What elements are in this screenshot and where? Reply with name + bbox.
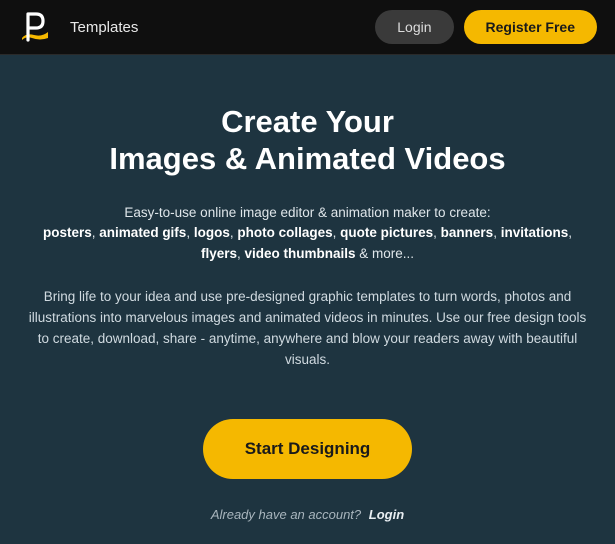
hero-title-line1: Create Your bbox=[221, 104, 394, 139]
hero-sub-intro: Easy-to-use online image editor & animat… bbox=[22, 205, 593, 220]
logo[interactable] bbox=[18, 11, 50, 43]
keyword: flyers bbox=[201, 246, 237, 261]
login-prompt-text: Already have an account? bbox=[211, 507, 361, 522]
keyword: animated gifs bbox=[99, 225, 186, 240]
keyword: logos bbox=[194, 225, 230, 240]
keyword: video thumbnails bbox=[245, 246, 356, 261]
login-link[interactable]: Login bbox=[369, 507, 404, 522]
register-button[interactable]: Register Free bbox=[464, 10, 597, 44]
nav-templates[interactable]: Templates bbox=[70, 19, 138, 36]
login-prompt-row: Already have an account? Login bbox=[22, 507, 593, 522]
hero-keywords: posters, animated gifs, logos, photo col… bbox=[22, 223, 593, 265]
logo-icon bbox=[18, 11, 50, 43]
login-button[interactable]: Login bbox=[375, 10, 453, 44]
keyword: banners bbox=[441, 225, 494, 240]
start-designing-button[interactable]: Start Designing bbox=[203, 419, 413, 479]
keyword: quote pictures bbox=[340, 225, 433, 240]
keyword: invitations bbox=[501, 225, 569, 240]
hero-title: Create Your Images & Animated Videos bbox=[22, 103, 593, 177]
hero-title-line2: Images & Animated Videos bbox=[109, 141, 505, 176]
header: Templates Login Register Free bbox=[0, 0, 615, 55]
hero: Create Your Images & Animated Videos Eas… bbox=[0, 55, 615, 522]
keyword: posters bbox=[43, 225, 92, 240]
cta-section: Start Designing Already have an account?… bbox=[22, 419, 593, 522]
keyword: photo collages bbox=[237, 225, 332, 240]
hero-description: Bring life to your idea and use pre-desi… bbox=[22, 287, 593, 371]
keywords-tail: & more... bbox=[356, 246, 415, 261]
